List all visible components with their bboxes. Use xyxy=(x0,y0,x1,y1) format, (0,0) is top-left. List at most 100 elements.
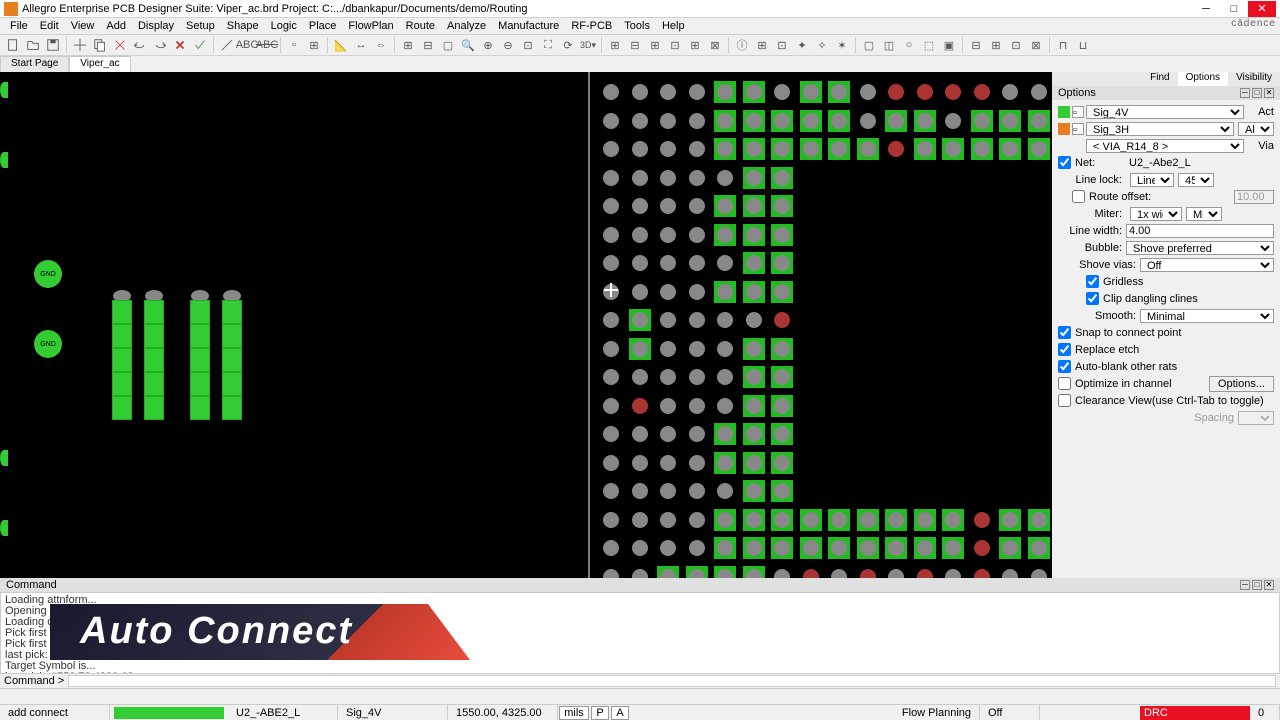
bga-pad[interactable] xyxy=(771,195,793,217)
bga-pad[interactable] xyxy=(717,312,733,328)
zoom-sel-icon[interactable]: ⛶ xyxy=(539,36,557,54)
bga-pad[interactable] xyxy=(774,569,790,579)
bga-pad[interactable] xyxy=(1028,537,1050,559)
menu-place[interactable]: Place xyxy=(303,20,343,32)
bga-pad[interactable] xyxy=(1028,110,1050,132)
bga-pad[interactable] xyxy=(771,110,793,132)
replace-checkbox[interactable] xyxy=(1058,343,1071,356)
layer1-select[interactable]: Sig_4V xyxy=(1086,105,1244,119)
menu-logic[interactable]: Logic xyxy=(265,20,303,32)
cmd-min-icon[interactable]: ─ xyxy=(1240,580,1250,590)
sh1-icon[interactable]: ▢ xyxy=(860,36,878,54)
bga-pad[interactable] xyxy=(660,540,676,556)
snap-checkbox[interactable] xyxy=(1058,326,1071,339)
bga-pad[interactable] xyxy=(660,341,676,357)
bga-pad[interactable] xyxy=(828,81,850,103)
bga-pad[interactable] xyxy=(603,426,619,442)
bga-pad[interactable] xyxy=(632,569,648,579)
bga-pad[interactable] xyxy=(999,537,1021,559)
bga-pad[interactable] xyxy=(632,198,648,214)
bga-pad[interactable] xyxy=(743,195,765,217)
minimize-button[interactable]: ─ xyxy=(1192,1,1220,17)
menu-display[interactable]: Display xyxy=(132,20,180,32)
bga-pad[interactable] xyxy=(632,369,648,385)
bga-pad[interactable] xyxy=(689,141,705,157)
bga-pad[interactable] xyxy=(1028,509,1050,531)
bga-pad[interactable] xyxy=(660,84,676,100)
undo-icon[interactable] xyxy=(131,36,149,54)
bga-pad[interactable] xyxy=(885,537,907,559)
bga-pad[interactable] xyxy=(714,281,736,303)
tab-find[interactable]: Find xyxy=(1142,72,1177,86)
drc1-icon[interactable]: ⊞ xyxy=(753,36,771,54)
connector-column[interactable] xyxy=(144,290,164,420)
bga-pad[interactable] xyxy=(660,312,676,328)
bga-pad[interactable] xyxy=(689,255,705,271)
bga-pad[interactable] xyxy=(603,341,619,357)
end1-icon[interactable]: ⊓ xyxy=(1054,36,1072,54)
star3-icon[interactable]: ✶ xyxy=(833,36,851,54)
bga-pad[interactable] xyxy=(603,255,619,271)
bga-pad[interactable] xyxy=(632,113,648,129)
bga-pad[interactable] xyxy=(743,423,765,445)
bga-pad[interactable] xyxy=(942,138,964,160)
bga-pad[interactable] xyxy=(914,537,936,559)
copy-icon[interactable] xyxy=(91,36,109,54)
bga-pad[interactable] xyxy=(689,312,705,328)
bga-pad[interactable] xyxy=(603,113,619,129)
routeoffset-checkbox[interactable] xyxy=(1072,190,1085,203)
edge-pad[interactable] xyxy=(0,82,8,98)
menu-tools[interactable]: Tools xyxy=(618,20,656,32)
connector-column[interactable] xyxy=(190,290,210,420)
edge-pad[interactable] xyxy=(0,450,8,466)
bga-pad[interactable] xyxy=(743,252,765,274)
connector-column[interactable] xyxy=(112,290,132,420)
status-layer-swatch[interactable] xyxy=(114,707,224,719)
bga-pad[interactable] xyxy=(689,84,705,100)
line-icon[interactable] xyxy=(218,36,236,54)
end2-icon[interactable]: ⊔ xyxy=(1074,36,1092,54)
optimize-checkbox[interactable] xyxy=(1058,377,1071,390)
bga-pad[interactable] xyxy=(714,509,736,531)
zoom-in-icon[interactable]: 🔍 xyxy=(459,36,477,54)
menu-add[interactable]: Add xyxy=(100,20,132,32)
bga-pad[interactable] xyxy=(714,110,736,132)
layer2-vis-icon[interactable]: ▫ xyxy=(1072,123,1084,135)
bga-pad[interactable] xyxy=(603,198,619,214)
bga-pad[interactable] xyxy=(743,224,765,246)
grid-a-icon[interactable]: ⊞ xyxy=(606,36,624,54)
bga-pad[interactable] xyxy=(632,284,648,300)
bga-pad[interactable] xyxy=(603,455,619,471)
bga-pad[interactable] xyxy=(800,110,822,132)
bga-pad[interactable] xyxy=(743,167,765,189)
layer2-swatch[interactable] xyxy=(1058,123,1070,135)
bga-pad[interactable] xyxy=(999,509,1021,531)
dim-icon[interactable]: ↔ xyxy=(352,36,370,54)
bga-pad[interactable] xyxy=(686,566,708,579)
layer1-vis-icon[interactable]: ▫ xyxy=(1072,106,1084,118)
units-button[interactable]: mils xyxy=(559,706,589,720)
bga-pad[interactable] xyxy=(689,341,705,357)
maximize-button[interactable]: □ xyxy=(1220,1,1248,17)
grid1-icon[interactable]: ⊞ xyxy=(399,36,417,54)
bga-pad[interactable] xyxy=(714,195,736,217)
text-icon[interactable]: ABC xyxy=(238,36,256,54)
bga-pad[interactable] xyxy=(1028,138,1050,160)
bga-pad[interactable] xyxy=(771,366,793,388)
bga-pad[interactable] xyxy=(689,540,705,556)
bga-pad[interactable] xyxy=(743,81,765,103)
menu-help[interactable]: Help xyxy=(656,20,691,32)
bga-pad[interactable] xyxy=(632,84,648,100)
bga-pad[interactable] xyxy=(603,483,619,499)
bga-pad[interactable] xyxy=(689,426,705,442)
tab-start-page[interactable]: Start Page xyxy=(0,56,69,72)
bga-pad[interactable] xyxy=(860,569,876,579)
bga-pad[interactable] xyxy=(714,423,736,445)
bga-pad[interactable] xyxy=(888,84,904,100)
bga-pad[interactable] xyxy=(1002,569,1018,579)
bga-pad[interactable] xyxy=(888,141,904,157)
bga-pad[interactable] xyxy=(914,110,936,132)
bga-pad[interactable] xyxy=(717,170,733,186)
bga-pad[interactable] xyxy=(689,455,705,471)
bga-pad[interactable] xyxy=(657,566,679,579)
